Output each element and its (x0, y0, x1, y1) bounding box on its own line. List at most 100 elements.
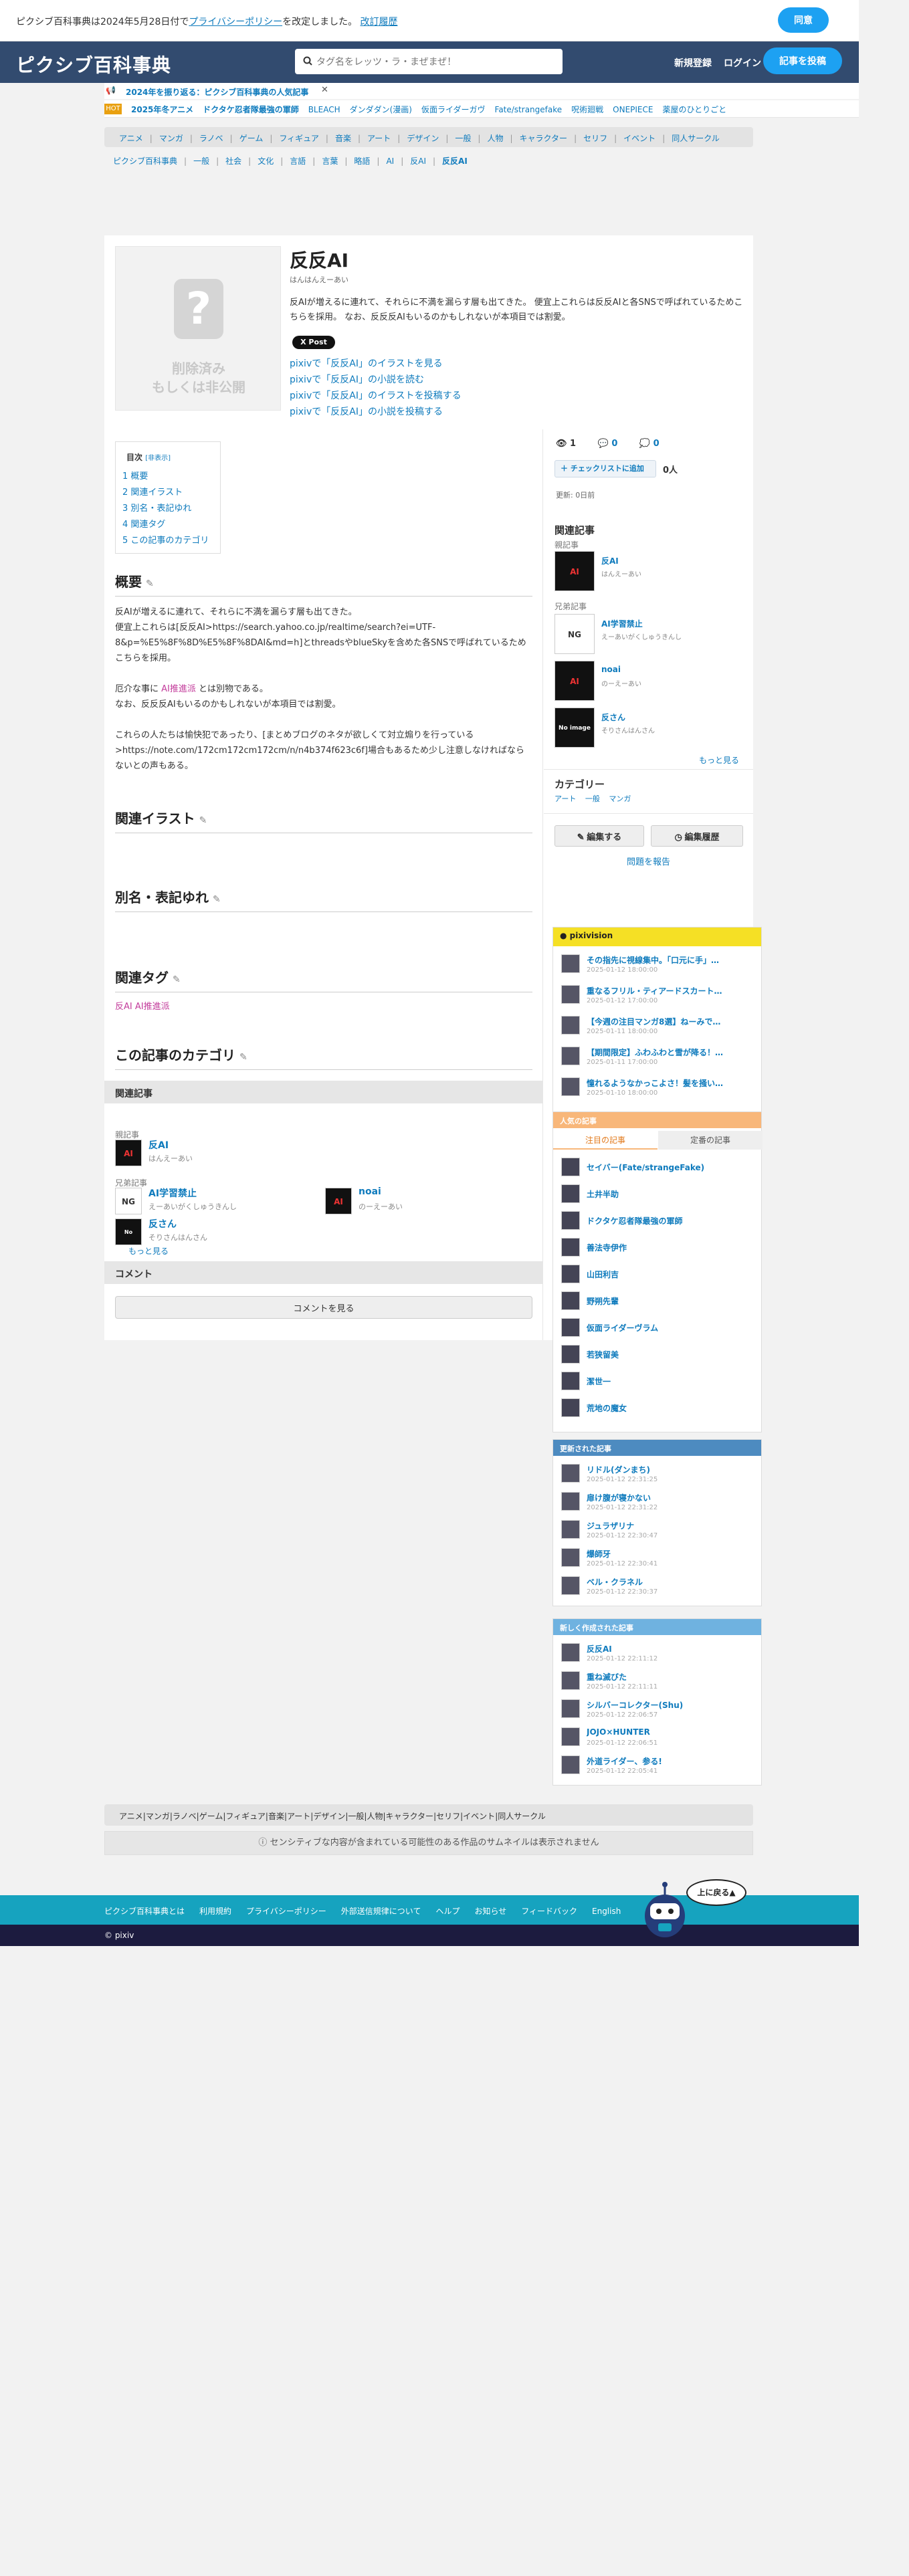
notice-link[interactable]: 2024年を振り返る：ピクシブ百科事典の人気記事 (126, 86, 308, 98)
pixiv-link[interactable]: pixivで「反反AI」のイラストを見る (290, 356, 462, 372)
pixivision-item[interactable]: 憧れるようなかっこよさ！髪を掻い… 2025-01-10 18:00:00 (561, 1077, 755, 1104)
category-nav-item[interactable]: ラノベ (173, 1812, 197, 1821)
sidebar-parent-name[interactable]: 反AI (601, 555, 619, 566)
more-related-link[interactable]: もっと見る (128, 1245, 169, 1257)
trending-item[interactable]: ONEPIECE (613, 105, 653, 114)
trending-item[interactable]: 仮面ライダーガヴ (421, 105, 486, 114)
edit-button[interactable]: ✎ 編集する (554, 825, 644, 847)
toc-item[interactable]: 5 この記事のカテゴリ (122, 533, 209, 549)
sibling-name-3[interactable]: 反さん (148, 1217, 177, 1230)
category-nav-item[interactable]: アート (287, 1812, 310, 1821)
sidebar-parent-thumb[interactable]: AI (554, 551, 595, 591)
back-to-top-button[interactable]: 上に戻る▲ (686, 1879, 746, 1906)
popular-item[interactable]: 仮面ライダーヴラム (561, 1317, 755, 1338)
sidebar-more-link[interactable]: もっと見る (699, 754, 739, 766)
popular-item[interactable]: 若狭留美 (561, 1344, 755, 1365)
category-nav-item[interactable]: ゲーム (239, 134, 264, 143)
category-nav-item[interactable]: フィギュア (279, 134, 319, 143)
category-nav-item[interactable]: 音楽 (268, 1812, 284, 1821)
article-item-title[interactable]: 扉け腹が寝かない (587, 1492, 755, 1503)
popular-item-title[interactable]: 土井半助 (587, 1188, 619, 1200)
article-item[interactable]: 外道ライダー、参る! 2025-01-12 22:05:41 (561, 1755, 755, 1781)
article-item[interactable]: 反反AI 2025-01-12 22:11:12 (561, 1643, 755, 1669)
footer-link[interactable]: 利用規約 (199, 1907, 231, 1916)
breadcrumb-item[interactable]: 略語 (354, 156, 370, 166)
pencil-icon[interactable]: ✎ (213, 894, 221, 905)
ai-promotion-link[interactable]: AI推進派 (161, 684, 196, 694)
popular-item-title[interactable]: ドクタケ忍者隊最強の軍師 (587, 1215, 683, 1226)
comment-count[interactable]: 0 (611, 439, 617, 449)
toc-item[interactable]: 1 概要 (122, 469, 209, 485)
breadcrumb-item[interactable]: 一般 (193, 156, 209, 166)
login-link[interactable]: ログイン (724, 56, 761, 70)
category-nav-item[interactable]: 一般 (455, 134, 471, 143)
article-item-title[interactable]: 重ね滅びた (587, 1671, 755, 1683)
pixivision-item-title[interactable]: 重なるフリル・ティアードスカート… (587, 985, 755, 996)
sibling-thumb-3[interactable]: No image (115, 1218, 142, 1262)
article-item-title[interactable]: 外道ライダー、参る! (587, 1755, 755, 1767)
tab-classic[interactable]: 定番の記事 (658, 1131, 763, 1150)
popular-item-title[interactable]: 若狭留美 (587, 1349, 619, 1360)
footer-link[interactable]: プライバシーポリシー (246, 1907, 326, 1916)
toc-item[interactable]: 2 関連イラスト (122, 485, 209, 501)
article-item[interactable]: 扉け腹が寝かない 2025-01-12 22:31:22 (561, 1492, 755, 1517)
sidebar-sibling-thumb-2[interactable]: AI (554, 661, 595, 701)
trending-item[interactable]: 呪術廻戦 (571, 105, 603, 114)
popular-item[interactable]: セイバー(Fate/strangeFake) (561, 1156, 755, 1178)
article-item[interactable]: シルバーコレクター(Shu) 2025-01-12 22:06:57 (561, 1699, 755, 1725)
footer-link[interactable]: ヘルプ (435, 1907, 460, 1916)
pencil-icon[interactable]: ✎ (173, 974, 181, 985)
article-item-title[interactable]: シルバーコレクター(Shu) (587, 1699, 755, 1711)
toc-item[interactable]: 4 関連タグ (122, 517, 209, 533)
tag-link[interactable]: 反AI (115, 1002, 132, 1012)
category-nav-item[interactable]: 人物 (487, 134, 503, 143)
trending-item[interactable]: ドクタケ忍者隊最強の軍師 (203, 105, 299, 114)
popular-item[interactable]: ドクタケ忍者隊最強の軍師 (561, 1210, 755, 1231)
category-nav-item[interactable]: フィギュア (225, 1812, 266, 1821)
article-item-title[interactable]: 反反AI (587, 1643, 755, 1654)
popular-item-title[interactable]: セイバー(Fate/strangeFake) (587, 1162, 704, 1173)
breadcrumb-item[interactable]: AI (386, 156, 394, 166)
trending-item[interactable]: Fate/strangefake (495, 105, 563, 114)
category-nav-item[interactable]: ラノベ (199, 134, 223, 143)
sibling-name-2[interactable]: noai (359, 1186, 381, 1197)
pencil-icon[interactable]: ✎ (146, 578, 154, 589)
popular-item[interactable]: 善法寺伊作 (561, 1237, 755, 1258)
pencil-icon[interactable]: ✎ (239, 1052, 247, 1063)
article-item-title[interactable]: JOJO×HUNTER (587, 1727, 755, 1737)
pixivision-item[interactable]: その指先に視線集中。「口元に手」… 2025-01-12 18:00:00 (561, 954, 755, 981)
category-nav-item[interactable]: キャラクター (386, 1812, 434, 1821)
mascot-icon[interactable] (638, 1879, 692, 1939)
popular-item-title[interactable]: 仮面ライダーヴラム (587, 1322, 658, 1333)
category-nav-item[interactable]: セリフ (436, 1812, 460, 1821)
add-checklist-button[interactable]: ＋ チェックリストに追加 (554, 460, 656, 477)
report-link[interactable]: 問題を報告 (544, 855, 753, 867)
site-logo[interactable]: ピクシブ百科事典 (16, 51, 171, 78)
footer-link[interactable]: ピクシブ百科事典とは (104, 1907, 185, 1916)
pixivision-item[interactable]: 【今週の注目マンガ8選】ねーみで… 2025-01-11 18:00:00 (561, 1016, 755, 1043)
close-icon[interactable]: ✕ (321, 85, 328, 95)
category-nav-item[interactable]: デザイン (407, 134, 439, 143)
popular-item[interactable]: 土井半助 (561, 1183, 755, 1204)
article-item[interactable]: ジュラザリナ 2025-01-12 22:30:47 (561, 1520, 755, 1545)
sidebar-sibling-thumb-3[interactable]: No image (554, 708, 595, 748)
category-link[interactable]: マンガ (609, 794, 631, 803)
popular-item-title[interactable]: 野朔先輩 (587, 1295, 619, 1307)
category-nav-item[interactable]: キャラクター (520, 134, 568, 143)
article-item[interactable]: 重ね滅びた 2025-01-12 22:11:11 (561, 1671, 755, 1697)
signup-link[interactable]: 新規登録 (674, 56, 712, 70)
article-item[interactable]: リドル(ダンまち) 2025-01-12 22:31:25 (561, 1464, 755, 1489)
popular-item[interactable]: 潔世一 (561, 1370, 755, 1392)
parent-name[interactable]: 反AI (148, 1138, 169, 1152)
pixivision-item[interactable]: 【期間限定】ふわふわと雪が降る！… 2025-01-11 17:00:00 (561, 1047, 755, 1073)
popular-item[interactable]: 山田利吉 (561, 1263, 755, 1285)
category-nav-item[interactable]: マンガ (146, 1812, 170, 1821)
pixiv-link[interactable]: pixivで「反反AI」の小説を投稿する (290, 404, 462, 420)
footer-link[interactable]: English (592, 1907, 621, 1916)
pixiv-link[interactable]: pixivで「反反AI」のイラストを投稿する (290, 388, 462, 404)
footer-link[interactable]: 外部送信規律について (341, 1907, 421, 1916)
category-link[interactable]: 一般 (585, 794, 600, 803)
category-nav-item[interactable]: 同人サークル (498, 1812, 546, 1821)
sidebar-sibling-name-2[interactable]: noai (601, 665, 621, 674)
pencil-icon[interactable]: ✎ (199, 815, 207, 826)
